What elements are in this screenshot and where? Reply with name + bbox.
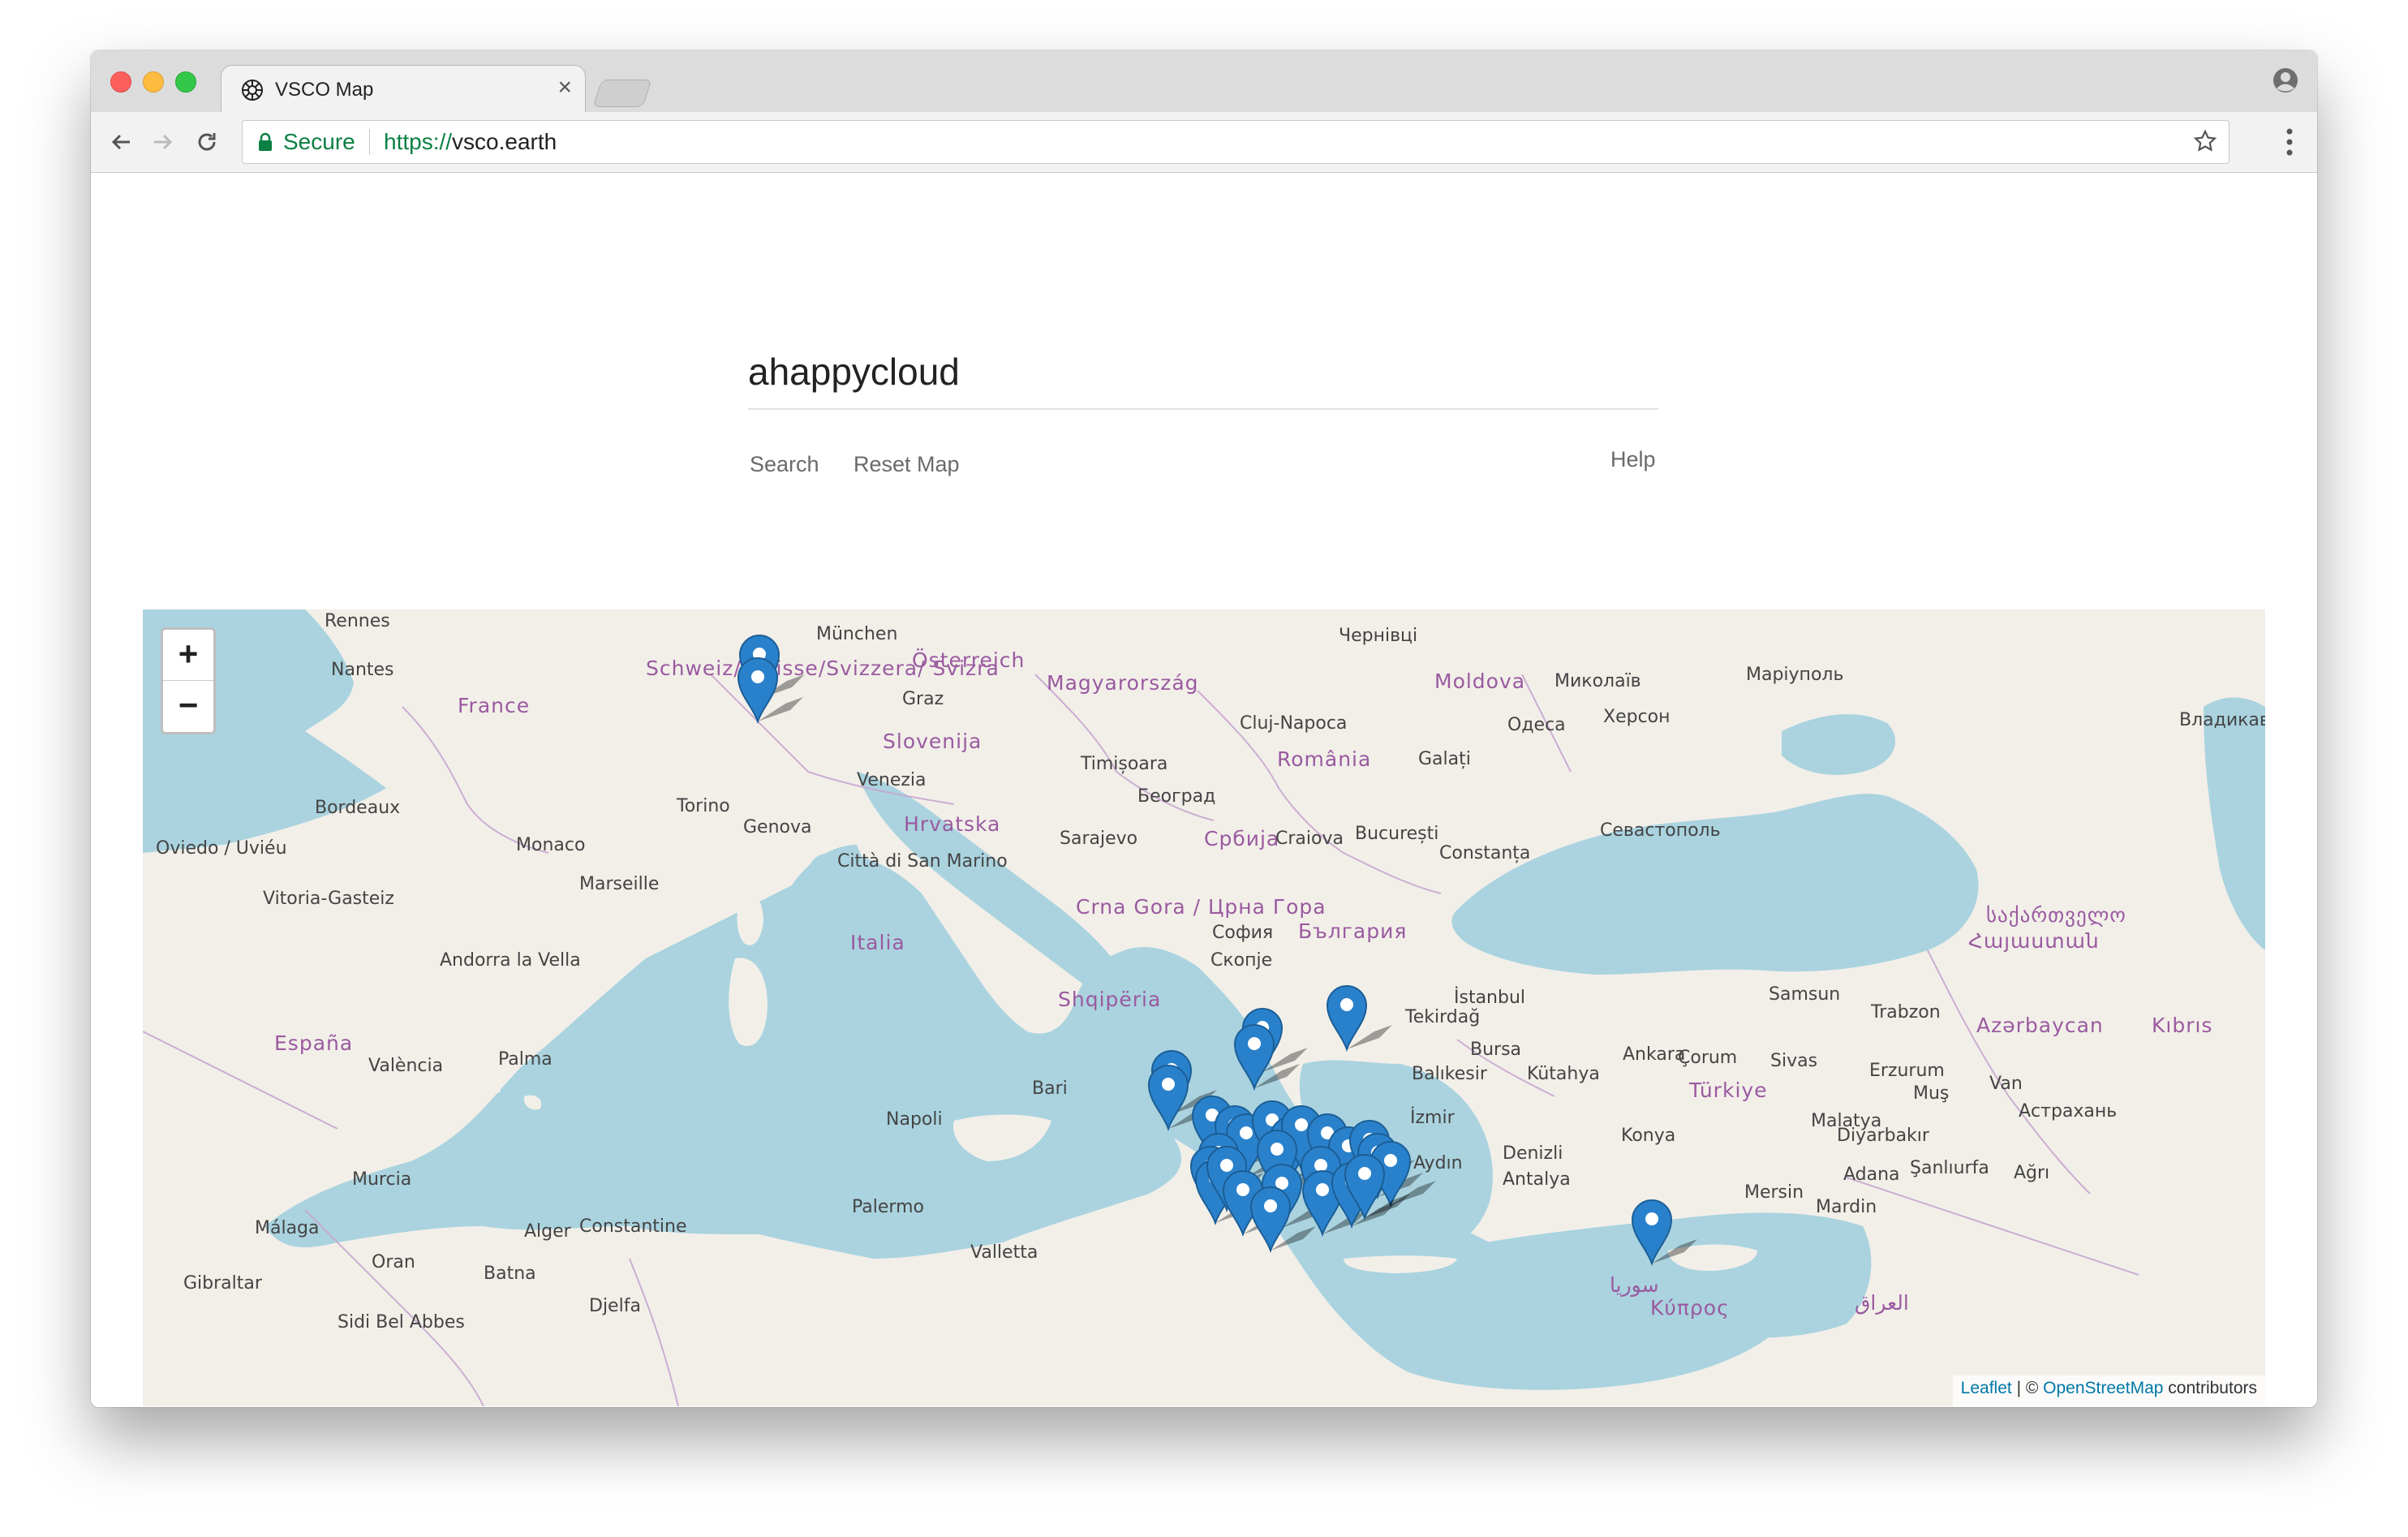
back-arrow-icon — [111, 134, 130, 150]
reset-map-link[interactable]: Reset Map — [854, 452, 960, 477]
search-link[interactable]: Search — [750, 452, 819, 477]
forward-button[interactable] — [149, 128, 177, 156]
tab-close-icon[interactable]: × — [557, 74, 572, 101]
bookmark-star-icon[interactable] — [2193, 129, 2217, 153]
forward-arrow-icon — [154, 134, 173, 150]
zoom-in-button[interactable]: + — [163, 630, 213, 681]
map-attribution: Leaflet | © OpenStreetMap contributors — [1952, 1376, 2265, 1406]
leaflet-link[interactable]: Leaflet — [1961, 1379, 2012, 1397]
map-view[interactable]: Rennes Nantes France Bordeaux Oviedo / Uviéu… — [143, 609, 2265, 1406]
tab-vsco-map[interactable]: VSCO Map × — [221, 65, 586, 113]
zoom-out-button[interactable]: − — [163, 681, 213, 731]
attribution-separator: | © — [2011, 1379, 2044, 1397]
marker-layer — [737, 635, 1697, 1267]
address-bar[interactable]: Secure https://vsco.earth — [242, 120, 2230, 164]
map-marker-pin[interactable] — [1326, 985, 1392, 1053]
maximize-window-button[interactable] — [175, 71, 196, 93]
browser-toolbar: Secure https://vsco.earth — [91, 112, 2317, 173]
profile-icon[interactable] — [2272, 67, 2299, 94]
map-marker-pin[interactable] — [1631, 1199, 1697, 1267]
attribution-suffix: contributors — [2163, 1379, 2257, 1397]
browser-window: VSCO Map × Secure https://vsco.earth aha… — [91, 50, 2317, 1407]
back-button[interactable] — [107, 128, 135, 156]
map-marker-pin[interactable] — [737, 657, 803, 725]
vsco-logo-icon — [242, 80, 263, 101]
more-menu-icon[interactable] — [2285, 127, 2294, 157]
reload-icon — [198, 133, 216, 151]
url-host: vsco.earth — [452, 129, 557, 154]
reload-button[interactable] — [193, 128, 221, 156]
page-content: ahappycloud Search Reset Map Help Rennes… — [91, 173, 2317, 1407]
tab-title: VSCO Map — [275, 79, 374, 101]
close-window-button[interactable] — [110, 71, 131, 93]
new-tab-button[interactable] — [592, 80, 652, 107]
openstreetmap-link[interactable]: OpenStreetMap — [2043, 1379, 2163, 1397]
username-search-input[interactable]: ahappycloud — [748, 350, 1658, 410]
minimize-window-button[interactable] — [143, 71, 164, 93]
tab-strip: VSCO Map × — [91, 50, 2317, 113]
help-link[interactable]: Help — [1610, 447, 1656, 472]
lock-icon — [259, 132, 272, 151]
url-scheme: https:// — [384, 129, 453, 154]
omnibox-separator — [369, 129, 370, 155]
url-text[interactable]: https://vsco.earth — [384, 129, 557, 155]
secure-label: Secure — [283, 129, 355, 154]
zoom-control: + − — [161, 627, 216, 734]
